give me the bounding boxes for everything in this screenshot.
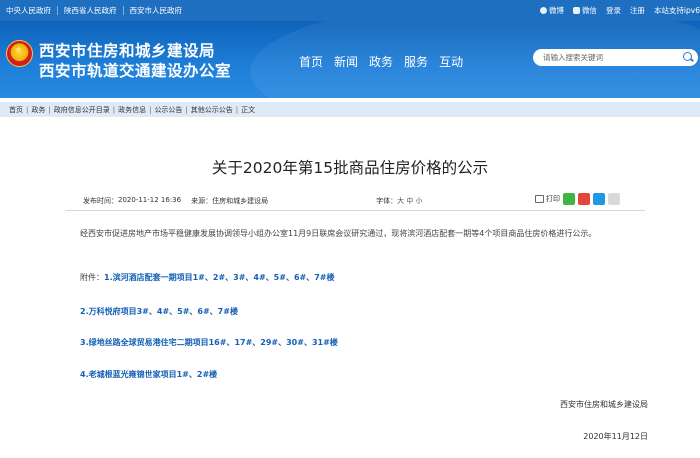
gov-links: 中央人民政府 陕西省人民政府 西安市人民政府	[4, 6, 188, 15]
attachment-link-1[interactable]: 1.滨河酒店配套一期项目1#、2#、3#、4#、5#、6#、7#楼	[104, 273, 335, 282]
nav-interaction[interactable]: 互动	[439, 53, 463, 70]
login-link[interactable]: 登录	[606, 6, 621, 15]
article-tools: 打印	[535, 193, 620, 205]
breadcrumb: 首页 | 政务 | 政府信息公开目录 | 政务信息 | 公示公告 | 其他公示公告 | 正文	[0, 102, 700, 117]
attachment-4: 4.老城根蓝光雍锦世家项目1#、2#楼	[80, 369, 217, 380]
crumb-other-notices[interactable]: 其他公示公告	[191, 106, 233, 114]
nav-news[interactable]: 新闻	[334, 53, 358, 70]
meta-divider	[65, 210, 645, 211]
link-xian-gov[interactable]: 西安市人民政府	[122, 6, 189, 15]
qq-share-icon[interactable]	[593, 193, 605, 205]
user-links: 微博 微信 登录 注册 本站支持ipv6	[531, 6, 700, 15]
article-body: 经西安市促进房地产市场平稳健康发展协调领导小组办公室11月9日联席会议研究通过，…	[80, 229, 597, 238]
print-icon[interactable]	[535, 195, 544, 203]
search-icon[interactable]	[683, 52, 692, 61]
attachment-link-4[interactable]: 4.老城根蓝光雍锦世家项目1#、2#楼	[80, 370, 217, 379]
attachment-2: 2.万科悦府项目3#、4#、5#、6#、7#楼	[80, 306, 238, 317]
nav-home[interactable]: 首页	[299, 53, 323, 70]
article-meta: 发布时间： 2020-11-12 16:36 来源： 住房和城乡建设局 字体： …	[83, 196, 423, 206]
nav-services[interactable]: 服务	[404, 53, 428, 70]
national-emblem-icon	[6, 40, 33, 67]
crumb-current: 正文	[241, 106, 256, 114]
more-share-icon[interactable]	[608, 193, 620, 205]
attachment-link-3[interactable]: 3.绿地丝路全球贸易港住宅二期项目16#、17#、29#、30#、31#楼	[80, 338, 338, 347]
search-input[interactable]	[543, 51, 673, 64]
wechat-share-icon[interactable]	[563, 193, 575, 205]
weibo-share-icon[interactable]	[578, 193, 590, 205]
link-shaanxi-gov[interactable]: 陕西省人民政府	[57, 6, 123, 15]
article-title: 关于2020年第15批商品住房价格的公示	[211, 159, 489, 177]
site-title-rail[interactable]: 西安市轨道交通建设办公室	[39, 59, 231, 81]
weibo-icon	[539, 7, 547, 14]
attachment-link-2[interactable]: 2.万科悦府项目3#、4#、5#、6#、7#楼	[80, 307, 238, 316]
search-box	[533, 49, 698, 66]
signature: 西安市住房和城乡建设局	[560, 400, 648, 409]
crumb-info[interactable]: 政务信息	[118, 106, 146, 114]
site-header: 西安市住房和城乡建设局 西安市轨道交通建设办公室 首页 新闻 政务 服务 互动	[0, 21, 700, 98]
article-source: 住房和城乡建设局	[212, 197, 269, 205]
sign-date: 2020年11月12日	[583, 432, 648, 441]
crumb-notices[interactable]: 公示公告	[154, 106, 182, 114]
date-label: 发布时间：	[83, 197, 118, 205]
crumb-home[interactable]: 首页	[9, 106, 23, 114]
print-button[interactable]: 打印	[546, 194, 560, 204]
fontsize-label: 字体：	[376, 197, 398, 205]
fontsize-options[interactable]: 大 中 小	[397, 196, 422, 206]
weibo-link[interactable]: 微博	[539, 6, 564, 15]
wechat-link[interactable]: 微信	[572, 6, 597, 15]
ipv6-notice: 本站支持ipv6	[653, 6, 700, 15]
main-nav: 首页 新闻 政务 服务 互动	[299, 53, 474, 70]
attachment-label: 附件：	[80, 273, 104, 282]
publish-date: 2020-11-12 16:36	[118, 196, 182, 204]
top-utility-bar: 中央人民政府 陕西省人民政府 西安市人民政府 微博 微信 登录 注册 本站支持i…	[0, 0, 700, 21]
crumb-disclosure[interactable]: 政府信息公开目录	[54, 106, 110, 114]
nav-affairs[interactable]: 政务	[369, 53, 393, 70]
attachment-3: 3.绿地丝路全球贸易港住宅二期项目16#、17#、29#、30#、31#楼	[80, 337, 338, 348]
attachment-1: 附件：1.滨河酒店配套一期项目1#、2#、3#、4#、5#、6#、7#楼	[80, 272, 335, 283]
crumb-affairs[interactable]: 政务	[31, 106, 45, 114]
site-title-housing[interactable]: 西安市住房和城乡建设局	[39, 39, 215, 61]
link-central-gov[interactable]: 中央人民政府	[4, 6, 57, 15]
source-label: 来源：	[191, 197, 213, 205]
wechat-icon	[572, 7, 580, 14]
register-link[interactable]: 注册	[630, 6, 645, 15]
